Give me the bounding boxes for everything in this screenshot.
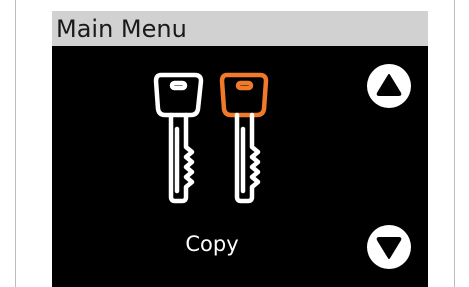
down-arrow-icon <box>376 237 402 259</box>
up-arrow-icon <box>376 74 402 96</box>
two-keys-icon <box>152 69 272 205</box>
device-screen: Main Menu Copy <box>52 11 428 287</box>
orange-key-icon <box>219 72 269 118</box>
title-bar: Main Menu <box>52 11 428 46</box>
page-title: Main Menu <box>56 15 187 43</box>
scroll-up-button[interactable] <box>367 64 411 108</box>
white-key-icon <box>153 72 204 204</box>
orange-key-blade <box>234 112 261 204</box>
menu-item-label: Copy <box>185 232 239 256</box>
scroll-down-button[interactable] <box>367 225 411 269</box>
